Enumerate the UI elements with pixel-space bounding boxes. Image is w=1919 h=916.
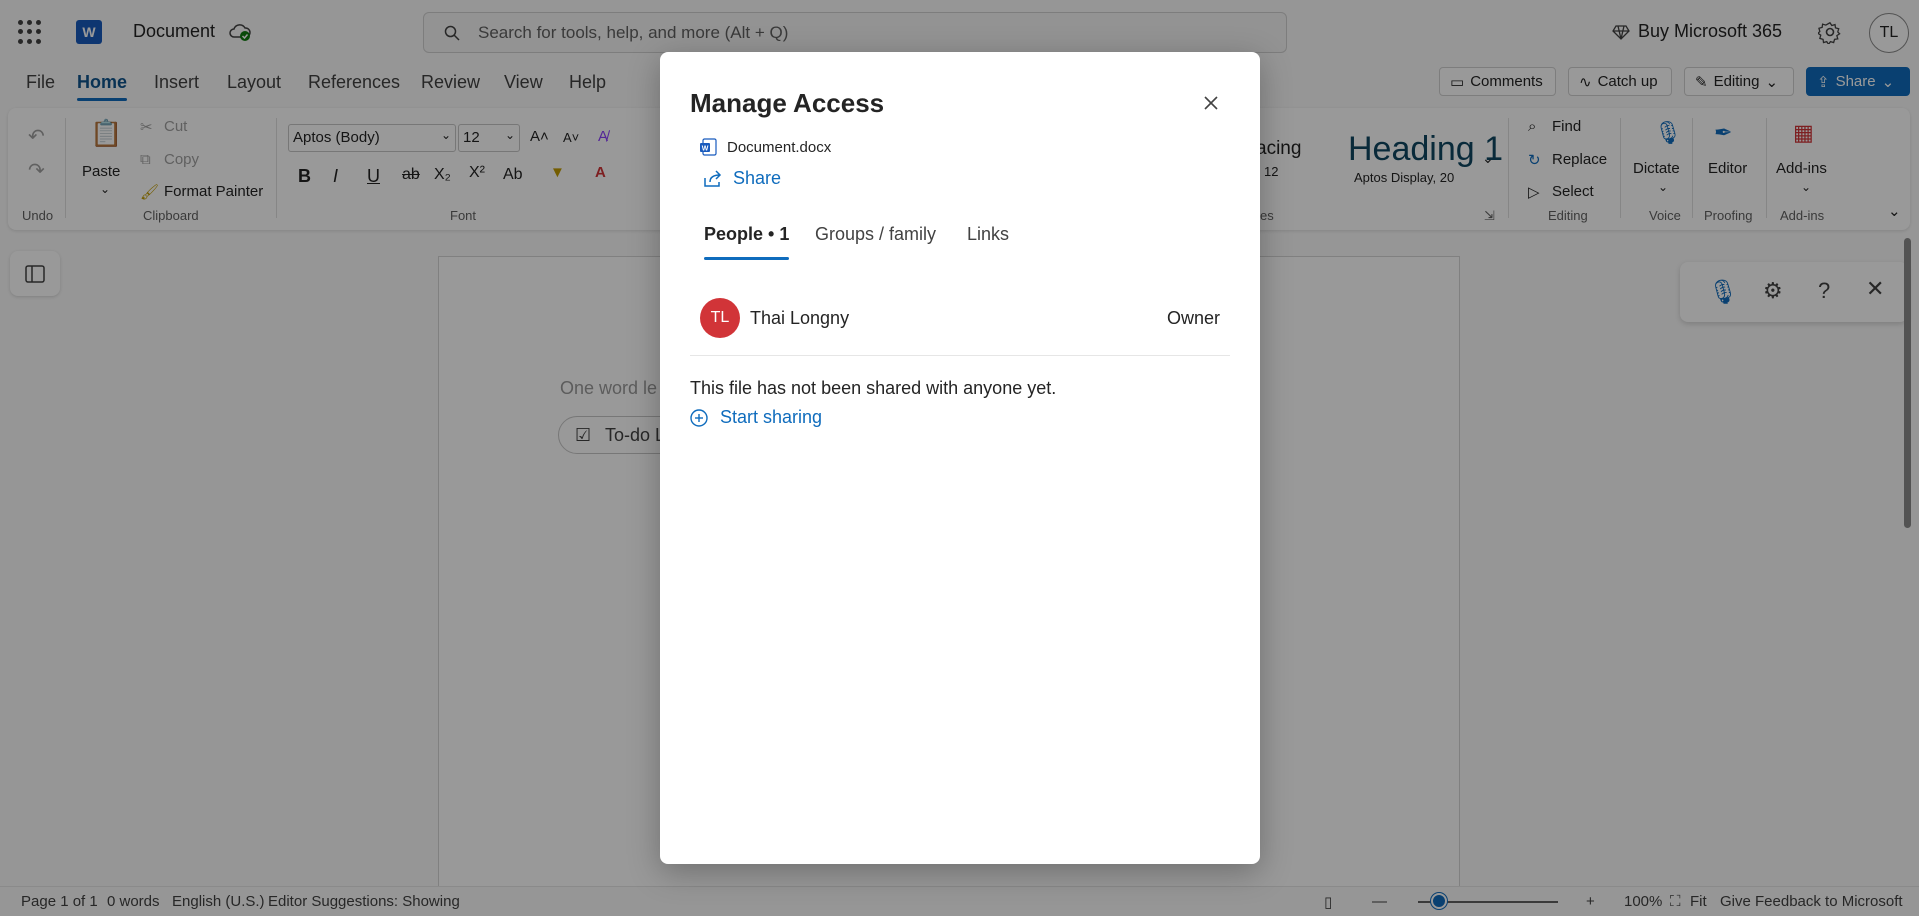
dialog-share-link[interactable]: Share [703,168,781,189]
person-row[interactable]: TL Thai Longny Owner [690,292,1230,356]
word-file-icon: W [700,138,717,156]
dialog-title: Manage Access [690,88,885,118]
tab-links[interactable]: Links [967,224,1009,245]
start-sharing-button[interactable]: Start sharing [690,407,822,428]
tab-people[interactable]: People • 1 [704,224,790,260]
start-sharing-label: Start sharing [720,407,823,427]
person-role: Owner [1166,308,1220,328]
share-icon [704,169,722,187]
file-info: W Document.docx [699,138,831,156]
file-name: Document.docx [727,138,832,156]
not-shared-message: This file has not been shared with anyon… [690,378,1057,398]
close-icon [1204,96,1218,110]
person-avatar: TL [700,298,740,338]
person-name: Thai Longny [750,308,850,328]
dialog-share-label: Share [733,168,782,188]
svg-text:W: W [702,146,709,153]
manage-access-dialog: Manage Access W Document.docx Share Peop… [660,52,1260,864]
tab-groups-family[interactable]: Groups / family [815,224,936,245]
close-button[interactable] [1196,88,1226,118]
add-circle-icon [690,408,708,427]
